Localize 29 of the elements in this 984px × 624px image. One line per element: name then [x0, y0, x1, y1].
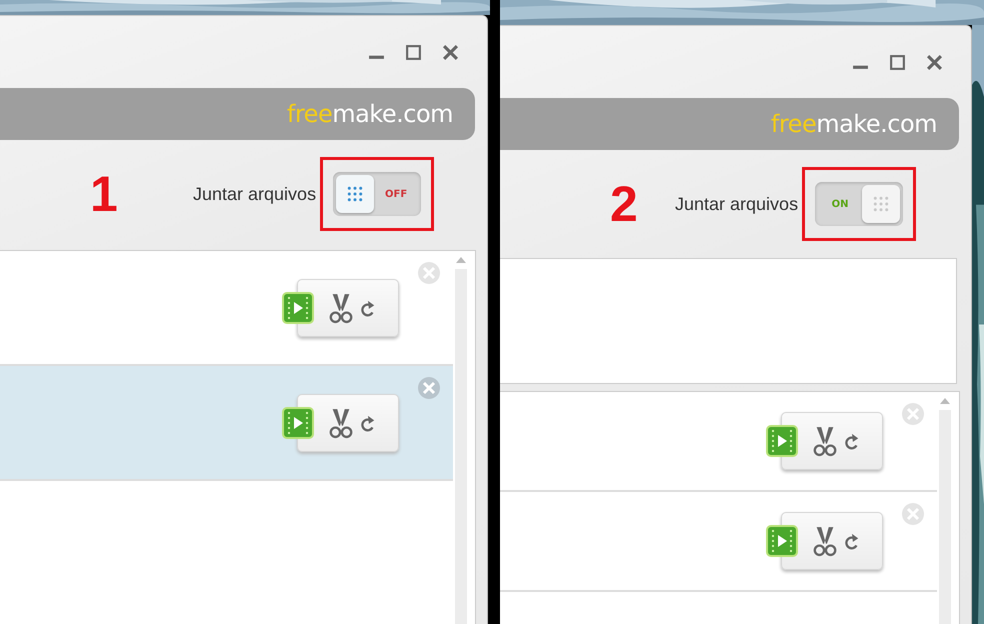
- maximize-icon[interactable]: [889, 54, 906, 70]
- scissors-icon[interactable]: [328, 406, 354, 438]
- video-play-icon[interactable]: [281, 290, 315, 324]
- video-play-icon[interactable]: [765, 524, 799, 558]
- grid-icon: [347, 186, 364, 202]
- video-play-icon[interactable]: [765, 424, 799, 458]
- step-number: 2: [610, 175, 639, 233]
- remove-icon[interactable]: [417, 376, 441, 400]
- scissors-icon[interactable]: [812, 425, 838, 457]
- maximize-icon[interactable]: [405, 44, 422, 60]
- scissors-icon[interactable]: [812, 525, 838, 557]
- freemake-logo[interactable]: freemake.com: [286, 100, 453, 128]
- step-number: 1: [90, 165, 119, 223]
- close-icon[interactable]: [442, 44, 459, 60]
- merge-toggle[interactable]: OFF: [333, 172, 422, 216]
- scroll-up-icon[interactable]: [940, 398, 950, 404]
- merge-label: Juntar arquivos: [193, 184, 316, 204]
- video-play-icon[interactable]: [281, 406, 315, 440]
- rotate-icon[interactable]: [844, 431, 860, 451]
- scrollbar[interactable]: [455, 257, 467, 624]
- merge-label: Juntar arquivos: [675, 194, 798, 214]
- freemake-logo[interactable]: freemake.com: [770, 110, 937, 138]
- grid-icon: [873, 196, 890, 212]
- close-icon[interactable]: [926, 54, 943, 70]
- scroll-up-icon[interactable]: [456, 257, 466, 263]
- merge-toggle[interactable]: ON: [815, 182, 904, 226]
- scrollbar[interactable]: [939, 398, 951, 624]
- rotate-icon[interactable]: [844, 531, 860, 551]
- scissors-icon[interactable]: [328, 292, 354, 324]
